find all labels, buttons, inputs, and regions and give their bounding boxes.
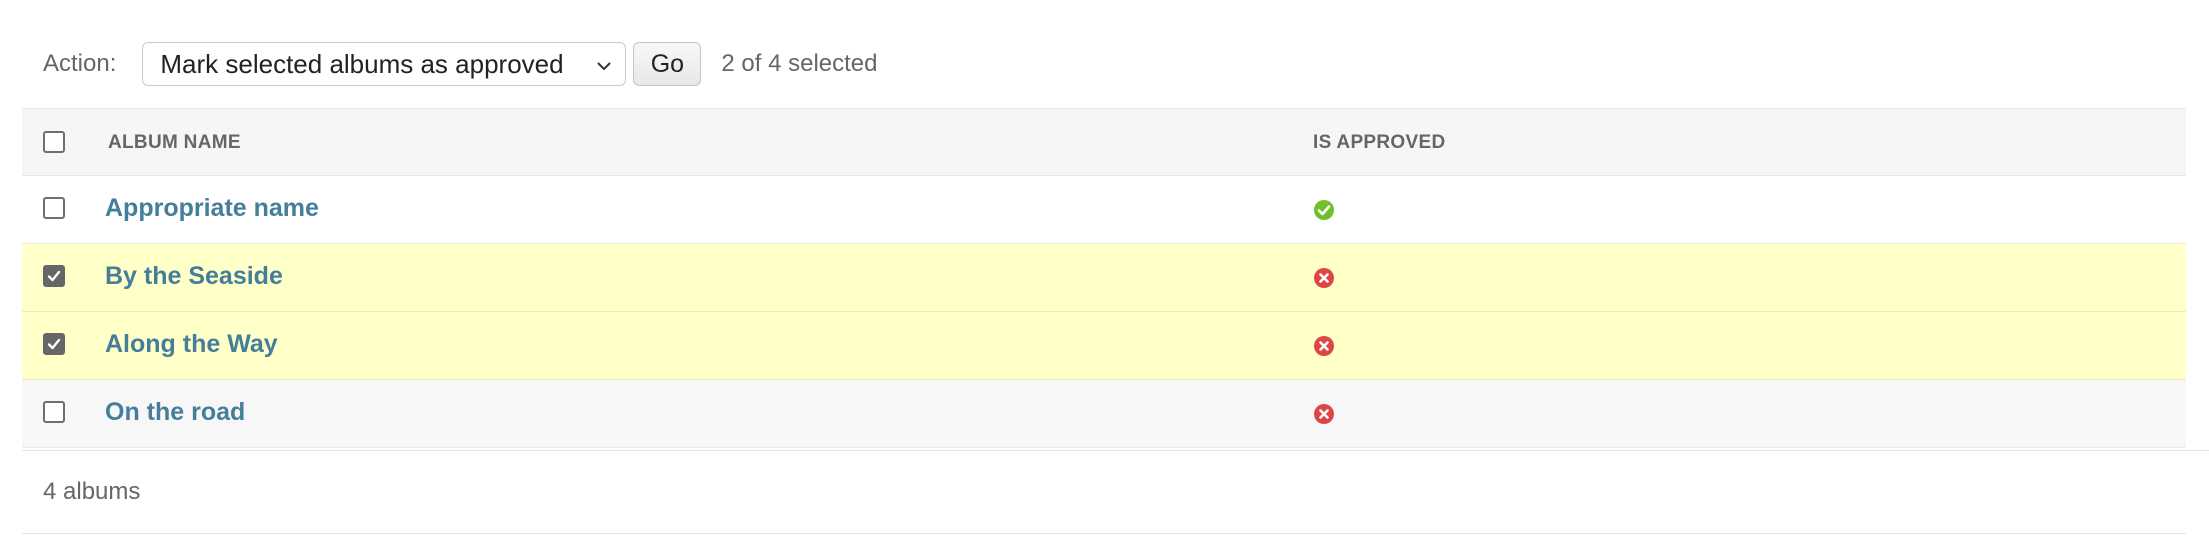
result-count: 4 albums: [43, 478, 141, 505]
change-list-page: Action: Mark selected albums as approved…: [0, 0, 2209, 546]
check-circle-icon: [1313, 199, 1335, 221]
table-row: By the Seaside: [22, 244, 2186, 312]
row-checkbox[interactable]: [43, 197, 65, 219]
row-checkbox[interactable]: [43, 265, 65, 287]
selection-counter: 2 of 4 selected: [721, 50, 878, 77]
table-row: Along the Way: [22, 312, 2186, 380]
row-checkbox[interactable]: [43, 401, 65, 423]
album-link[interactable]: By the Seaside: [105, 262, 283, 291]
results-table: ALBUM NAME IS APPROVED Appropriate name …: [22, 108, 2186, 448]
column-header-album-name[interactable]: ALBUM NAME: [108, 132, 241, 154]
album-link[interactable]: Appropriate name: [105, 194, 319, 223]
table-row: Appropriate name: [22, 176, 2186, 244]
action-label: Action:: [43, 50, 117, 77]
action-select-value: Mark selected albums as approved: [160, 48, 564, 79]
table-row: On the road: [22, 380, 2186, 448]
action-select[interactable]: Mark selected albums as approved: [142, 42, 627, 86]
actions-bar: Action: Mark selected albums as approved…: [43, 40, 877, 88]
album-link[interactable]: On the road: [105, 398, 245, 427]
x-circle-icon: [1313, 403, 1335, 425]
paginator: 4 albums: [22, 450, 2186, 534]
x-circle-icon: [1313, 335, 1335, 357]
x-circle-icon: [1313, 267, 1335, 289]
table-header: ALBUM NAME IS APPROVED: [22, 108, 2186, 176]
row-checkbox[interactable]: [43, 333, 65, 355]
divider: [2186, 450, 2209, 451]
column-header-is-approved[interactable]: IS APPROVED: [1313, 132, 1445, 154]
go-button[interactable]: Go: [633, 42, 702, 86]
chevron-down-icon: [593, 53, 615, 75]
select-all-checkbox[interactable]: [43, 131, 65, 153]
album-link[interactable]: Along the Way: [105, 330, 278, 359]
